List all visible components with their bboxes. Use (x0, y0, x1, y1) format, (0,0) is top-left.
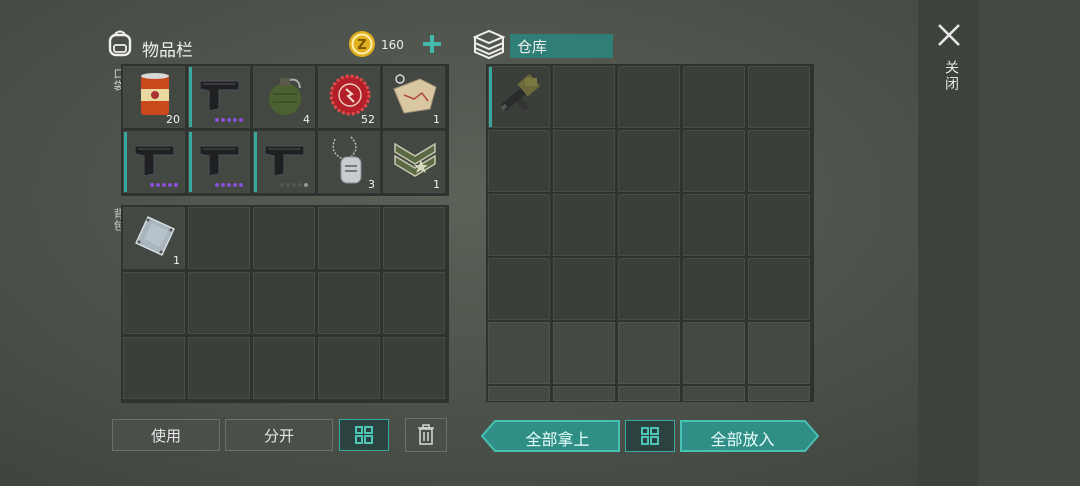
storage-slot[interactable] (553, 194, 615, 256)
item-quantity: 4 (303, 113, 310, 126)
storage-box-icon (471, 28, 507, 60)
storage-slot[interactable] (748, 66, 810, 128)
put-all-button[interactable]: 全部放入 (680, 420, 819, 452)
backpack-slot[interactable] (188, 207, 250, 269)
pistol-icon (189, 67, 251, 123)
pocket-slot[interactable]: 1 (383, 131, 445, 193)
right-edge (978, 0, 1080, 486)
quality-dots (215, 118, 243, 122)
coin-icon: Z (348, 30, 376, 58)
backpack-icon (105, 28, 135, 58)
put-all-label: 全部放入 (710, 430, 775, 449)
take-all-button[interactable]: 全部拿上 (481, 420, 620, 452)
storage-slot[interactable] (553, 258, 615, 320)
quality-dots (215, 183, 243, 187)
backpack-slot[interactable] (253, 337, 315, 399)
backpack-slot[interactable]: 1 (123, 207, 185, 269)
close-icon[interactable] (937, 23, 961, 47)
backpack-slot[interactable] (318, 272, 380, 334)
storage-slot[interactable] (618, 258, 680, 320)
storage-slot[interactable] (553, 322, 615, 384)
storage-slot[interactable] (488, 194, 550, 256)
machine-gun-icon (489, 67, 551, 123)
item-quantity: 52 (361, 113, 375, 126)
storage-slot[interactable] (488, 258, 550, 320)
split-button[interactable]: 分开 (225, 419, 333, 451)
inventory-title: 物品栏 (142, 41, 193, 61)
use-button[interactable]: 使用 (112, 419, 220, 451)
pocket-slot[interactable]: 1 (383, 66, 445, 128)
storage-slot[interactable] (618, 194, 680, 256)
pocket-slot[interactable] (188, 131, 250, 193)
backpack-slot[interactable] (123, 337, 185, 399)
svg-text:Z: Z (357, 38, 366, 53)
take-all-label: 全部拿上 (525, 430, 590, 449)
storage-sort-grid-button[interactable] (625, 420, 675, 452)
backpack-slot[interactable] (123, 272, 185, 334)
pocket-slot[interactable] (188, 66, 250, 128)
backpack-slot[interactable] (188, 337, 250, 399)
sort-grid-button[interactable] (339, 419, 389, 451)
storage-slot[interactable] (683, 66, 745, 128)
pocket-slot[interactable]: 52 (318, 66, 380, 128)
backpack-slot[interactable] (188, 272, 250, 334)
close-label[interactable]: 关闭 (941, 60, 961, 92)
storage-slot[interactable] (553, 386, 615, 401)
backpack-slot[interactable] (383, 337, 445, 399)
storage-slot[interactable] (683, 258, 745, 320)
grid-icon (355, 426, 373, 444)
backpack-slot[interactable] (383, 207, 445, 269)
grid-icon (641, 427, 659, 445)
storage-slot[interactable] (748, 130, 810, 192)
pocket-slot[interactable]: 4 (253, 66, 315, 128)
coin-count: 160 (381, 38, 404, 52)
item-quantity: 1 (433, 113, 440, 126)
pistol-icon (189, 132, 251, 188)
pocket-slot[interactable]: 3 (318, 131, 380, 193)
storage-slot[interactable] (553, 66, 615, 128)
storage-slot[interactable] (488, 322, 550, 384)
storage-slot[interactable] (683, 194, 745, 256)
add-coins-plus-icon[interactable] (422, 34, 442, 54)
backpack-slot[interactable] (318, 207, 380, 269)
item-quantity: 1 (173, 254, 180, 267)
item-quantity: 3 (368, 178, 375, 191)
storage-title: 仓库 (517, 38, 548, 56)
storage-slot[interactable] (748, 386, 810, 401)
storage-slot[interactable] (683, 322, 745, 384)
storage-slot[interactable] (748, 194, 810, 256)
storage-slot[interactable] (488, 130, 550, 192)
storage-slot[interactable] (553, 130, 615, 192)
trash-button[interactable] (405, 418, 447, 452)
backpack-slot[interactable] (383, 272, 445, 334)
pocket-slot[interactable]: 20 (123, 66, 185, 128)
storage-slot[interactable] (618, 386, 680, 401)
storage-slot[interactable] (618, 66, 680, 128)
trash-icon (418, 424, 434, 445)
item-quantity: 20 (166, 113, 180, 126)
quality-dots (280, 183, 308, 187)
backpack-slot[interactable] (253, 207, 315, 269)
storage-slot[interactable] (618, 322, 680, 384)
pocket-slot[interactable] (253, 131, 315, 193)
item-quantity: 1 (433, 178, 440, 191)
storage-slot[interactable] (618, 130, 680, 192)
backpack-slot[interactable] (318, 337, 380, 399)
storage-slot[interactable] (488, 386, 550, 401)
storage-slot[interactable] (748, 322, 810, 384)
backpack-slot[interactable] (253, 272, 315, 334)
quality-dots (150, 183, 178, 187)
pistol-icon (254, 132, 316, 188)
storage-slot[interactable] (683, 130, 745, 192)
storage-slot[interactable] (488, 66, 550, 128)
storage-slot[interactable] (748, 258, 810, 320)
pocket-slot[interactable] (123, 131, 185, 193)
storage-slot[interactable] (683, 386, 745, 401)
pistol-icon (124, 132, 186, 188)
